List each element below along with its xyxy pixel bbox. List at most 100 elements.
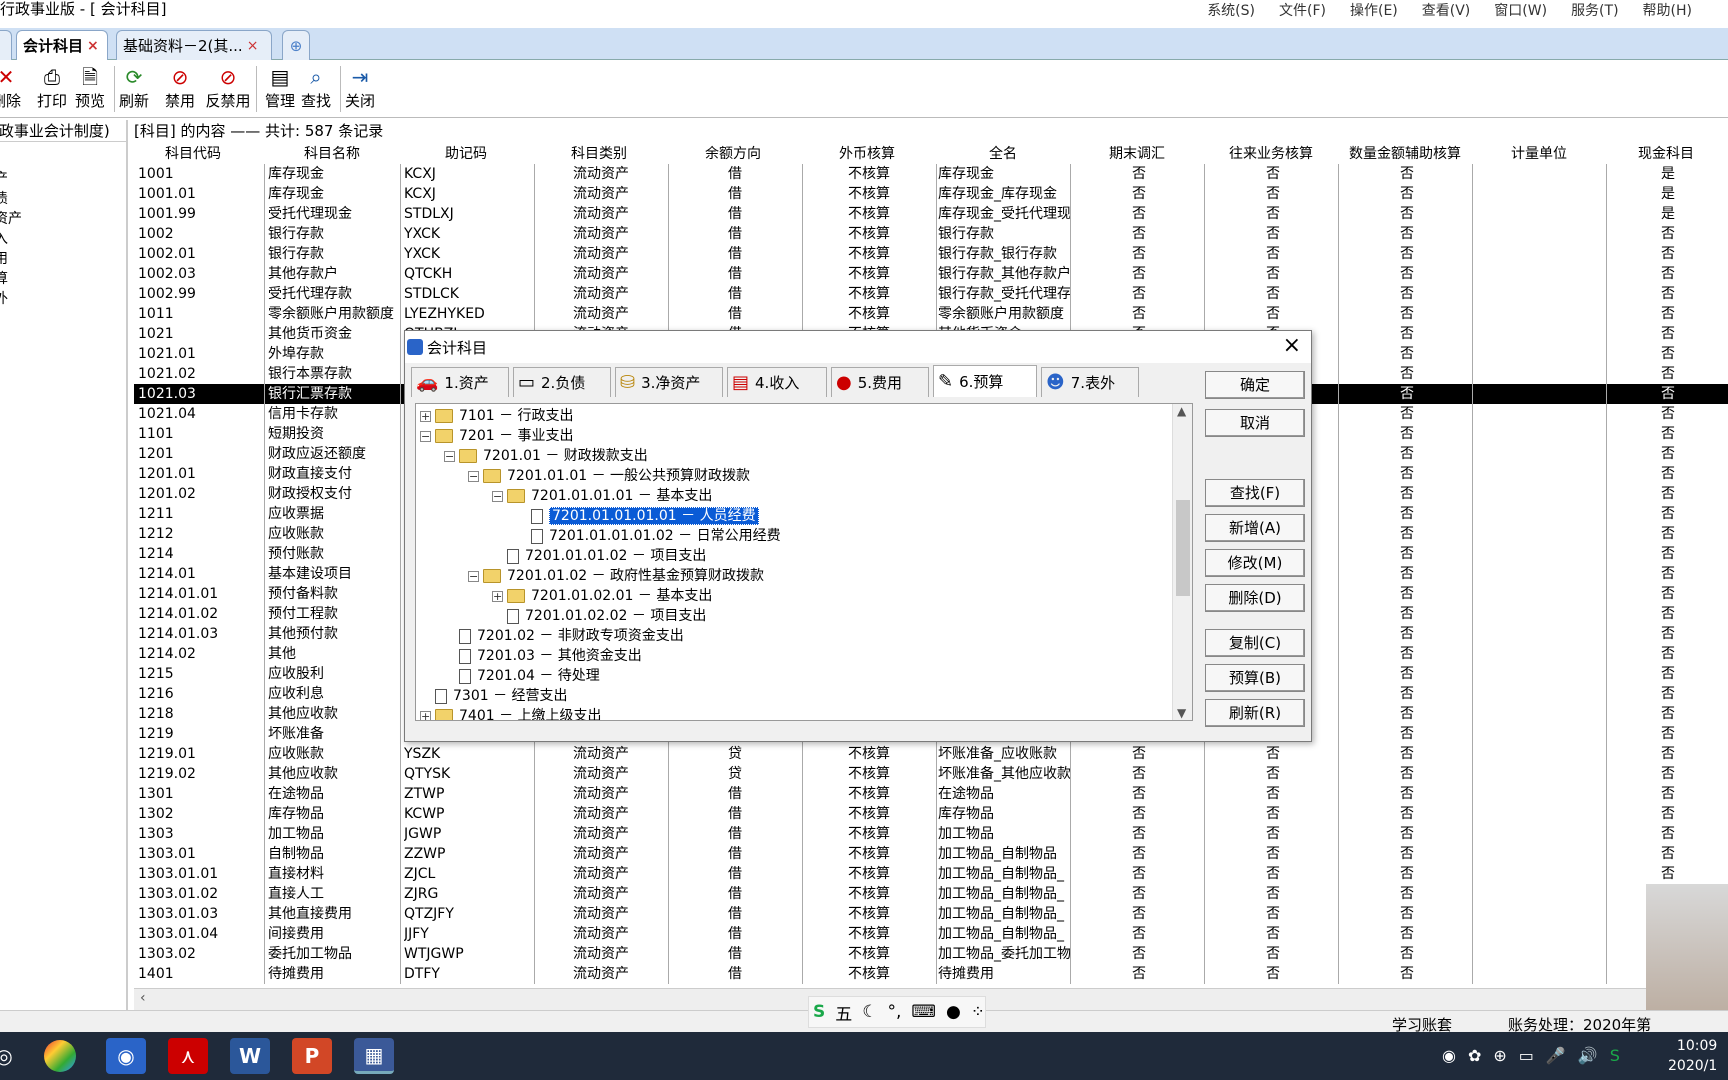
menu-window[interactable]: 窗口(W) xyxy=(1494,0,1547,20)
collapse-icon[interactable]: − xyxy=(444,450,455,462)
enable-button[interactable]: ⊘ 反禁用 xyxy=(204,64,252,114)
tab-net-assets[interactable]: ⛁ 3.净资产 xyxy=(615,367,723,397)
delete-button[interactable]: ✕删除 xyxy=(0,64,26,114)
add-button[interactable]: 新增(A) xyxy=(1205,514,1305,542)
tree-item[interactable]: 产 xyxy=(0,168,8,188)
close-button[interactable]: ⇥ 关闭 xyxy=(340,64,380,114)
table-row[interactable]: 1219.01 应收账款 YSZK 流动资产 贷 不核算 坏账准备_应收账款 否 否 否 否 xyxy=(134,744,1728,764)
print-button[interactable]: ⎙ 打印 xyxy=(32,64,72,114)
column-header-subject-code[interactable]: 科目代码 xyxy=(134,144,252,164)
tree-node[interactable]: − 7201.01.01 － 一般公共预算财政拨款 xyxy=(468,466,750,486)
menu-service[interactable]: 服务(T) xyxy=(1571,0,1618,20)
ok-button[interactable]: 确定 xyxy=(1205,371,1305,399)
table-row[interactable]: 1303.01.02直接人工ZJRG流动资产借不核算加工物品_自制物品_否否否否 xyxy=(134,884,1728,904)
collapse-icon[interactable]: − xyxy=(492,490,503,502)
table-row[interactable]: 1303 加工物品 JGWP 流动资产 借 不核算 加工物品 否 否 否 否 xyxy=(134,824,1728,844)
table-row[interactable]: 1303.01 自制物品 ZZWP 流动资产 借 不核算 加工物品_自制物品 否 否 否 否 xyxy=(134,844,1728,864)
disable-button[interactable]: ⊘ 禁用 xyxy=(160,64,200,114)
clock[interactable]: 10:09 2020/1 xyxy=(1668,1036,1717,1076)
word-icon[interactable]: W xyxy=(230,1038,270,1074)
refresh-button[interactable]: ⟳ 刷新 xyxy=(114,64,154,114)
tree-node[interactable]: 7201.02 － 非财政专项资金支出 xyxy=(444,626,684,646)
column-header-balance-direction[interactable]: 余额方向 xyxy=(664,144,802,164)
network-icon[interactable]: ▭ xyxy=(1519,1046,1534,1065)
preview-button[interactable]: 🗎 预览 xyxy=(70,64,110,114)
column-header-subject-category[interactable]: 科目类别 xyxy=(530,144,668,164)
tree-item[interactable]: 债 xyxy=(0,188,8,208)
tree-item[interactable]: 入 xyxy=(0,228,8,248)
find-button[interactable]: ⌕ 查找 xyxy=(296,64,336,114)
app-icon[interactable]: ◉ xyxy=(106,1038,146,1074)
find-button[interactable]: 查找(F) xyxy=(1205,479,1305,507)
tree-node[interactable]: +7401 － 上缴上级支出 xyxy=(420,706,602,720)
tree-node[interactable]: 7201.01.02.02 － 项目支出 xyxy=(492,606,706,626)
punctuation-icon[interactable]: °, xyxy=(888,1002,902,1022)
collapse-icon[interactable]: − xyxy=(468,470,479,482)
table-row[interactable]: 1011 零余额账户用款额度 LYEZHYKED 流动资产 借 不核算 零余额账户用款额度 否… xyxy=(134,304,1728,324)
tab-close-icon[interactable]: × xyxy=(87,38,99,54)
column-header-unit[interactable]: 计量单位 xyxy=(1470,144,1608,164)
menu-help[interactable]: 帮助(H) xyxy=(1643,0,1692,20)
tree-node[interactable]: +7101 － 行政支出 xyxy=(420,406,574,426)
tab-close-icon[interactable]: × xyxy=(247,38,259,54)
tree-item[interactable]: 用 xyxy=(0,248,8,268)
tab-basic-data[interactable]: 基础资料－2(其... × xyxy=(116,30,272,60)
table-row[interactable]: 1303.01.01 直接材料 ZJCL 流动资产 借 不核算 加工物品_自制物品_ 否 否 否 否 xyxy=(134,864,1728,884)
chrome-icon[interactable] xyxy=(44,1040,76,1072)
microphone-icon[interactable]: 🎤 xyxy=(1546,1046,1566,1065)
tab-income[interactable]: ▤ 4.收入 xyxy=(727,367,827,397)
table-row[interactable]: 1303.01.04间接费用JJFY流动资产借不核算加工物品_自制物品_否否否否 xyxy=(134,924,1728,944)
table-row[interactable]: 1219.02 其他应收款 QTYSK 流动资产 贷 不核算 坏账准备_其他应收款 否 否 否 否 xyxy=(134,764,1728,784)
budget-button[interactable]: 预算(B) xyxy=(1205,664,1305,692)
column-header-foreign-currency[interactable]: 外币核算 xyxy=(798,144,936,164)
column-header-subject-name[interactable]: 科目名称 xyxy=(264,144,400,164)
collapse-icon[interactable]: − xyxy=(420,430,431,442)
accounting-app-icon[interactable]: ▦ xyxy=(354,1038,394,1074)
tree-vertical-scrollbar[interactable]: ▲ ▼ xyxy=(1172,404,1192,720)
tab-hidden-left[interactable] xyxy=(0,30,12,60)
apps-icon[interactable]: ⁘ xyxy=(971,1002,985,1022)
table-row[interactable]: 1002.99 受托代理存款 STDLCK 流动资产 借 不核算 银行存款_受托代理存 否 否 否… xyxy=(134,284,1728,304)
tab-assets[interactable]: 🚗 1.资产 xyxy=(411,367,509,397)
tray-plus-icon[interactable]: ⊕ xyxy=(1493,1046,1506,1065)
table-row[interactable]: 1002 银行存款 YXCK 流动资产 借 不核算 银行存款 否 否 否 否 xyxy=(134,224,1728,244)
table-row[interactable]: 1302 库存物品 KCWP 流动资产 借 不核算 库存物品 否 否 否 否 xyxy=(134,804,1728,824)
tree-item[interactable]: 资产 xyxy=(0,208,22,228)
column-header-full-name[interactable]: 全名 xyxy=(934,144,1072,164)
column-header-current-account[interactable]: 往来业务核算 xyxy=(1202,144,1340,164)
modify-button[interactable]: 修改(M) xyxy=(1205,549,1305,577)
table-row[interactable]: 1001.01 库存现金 KCXJ 流动资产 借 不核算 库存现金_库存现金 否 否 否 是 xyxy=(134,184,1728,204)
collapse-icon[interactable]: − xyxy=(468,570,479,582)
moon-icon[interactable]: ☾ xyxy=(862,1002,877,1022)
menu-system[interactable]: 系统(S) xyxy=(1207,0,1255,20)
tree-node[interactable]: − 7201.01.02 － 政府性基金预算财政拨款 xyxy=(468,566,764,586)
keyboard-icon[interactable]: ⌨ xyxy=(911,1002,936,1022)
tab-budget[interactable]: ✎ 6.预算 xyxy=(933,365,1037,397)
delete-button[interactable]: 删除(D) xyxy=(1205,584,1305,612)
copy-button[interactable]: 复制(C) xyxy=(1205,629,1305,657)
menu-operate[interactable]: 操作(E) xyxy=(1350,0,1398,20)
table-row[interactable]: 1002.01 银行存款 YXCK 流动资产 借 不核算 银行存款_银行存款 否 否 否 否 xyxy=(134,244,1728,264)
expand-icon[interactable]: + xyxy=(492,590,503,602)
tab-off-balance[interactable]: ☻ 7.表外 xyxy=(1041,367,1139,397)
tab-accounting-subjects[interactable]: 会计科目 × xyxy=(16,30,108,60)
manage-button[interactable]: ▤ 管理 xyxy=(260,64,300,114)
tab-expenses[interactable]: ● 5.费用 xyxy=(831,367,929,397)
menu-view[interactable]: 查看(V) xyxy=(1422,0,1471,20)
tree-node[interactable]: 7201.03 － 其他资金支出 xyxy=(444,646,642,666)
sogou-tray-icon[interactable]: S xyxy=(1610,1046,1620,1065)
refresh-button[interactable]: 刷新(R) xyxy=(1205,699,1305,727)
scroll-thumb[interactable] xyxy=(1176,500,1190,596)
column-header-cash-subject[interactable]: 现金科目 xyxy=(1604,144,1728,164)
tree-item[interactable]: 外 xyxy=(0,288,8,308)
tree-node[interactable]: 7201.01.01.02 － 项目支出 xyxy=(492,546,706,566)
tree-node[interactable]: 7201.04 － 待处理 xyxy=(444,666,600,686)
tree-node[interactable]: +7201.01.02.01 － 基本支出 xyxy=(492,586,712,606)
tree-item[interactable]: 算 xyxy=(0,268,8,288)
tree-node[interactable]: 7201.01.01.01.02 － 日常公用经费 xyxy=(516,526,781,546)
tab-liabilities[interactable]: ▭ 2.负债 xyxy=(513,367,611,397)
scroll-down-icon[interactable]: ▼ xyxy=(1177,706,1186,720)
table-row[interactable]: 1001 库存现金 KCXJ 流动资产 借 不核算 库存现金 否 否 否 是 xyxy=(134,164,1728,184)
tree-node[interactable]: 7201.01.01.01.01 － 人员经费 xyxy=(516,506,759,526)
cancel-button[interactable]: 取消 xyxy=(1205,409,1305,437)
